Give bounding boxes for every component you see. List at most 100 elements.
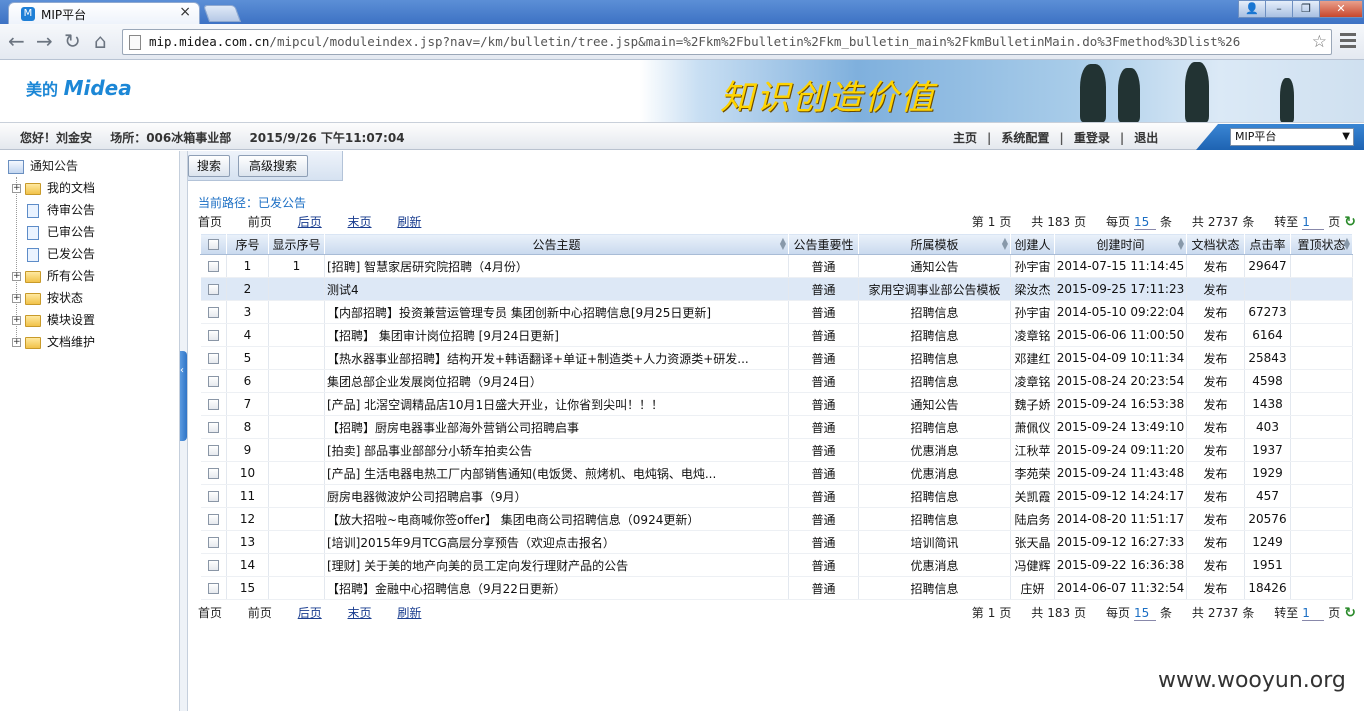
col-created-time[interactable]: 创建时间 ▲ ▼ [1054,233,1187,255]
sort-icon[interactable]: ▲ ▼ [1002,237,1008,251]
refresh-arrow-icon[interactable]: ↻ [1344,214,1356,230]
row-subject-link[interactable]: [理财] 关于美的地产向美的员工定向发行理财产品的公告 [324,553,789,577]
pager-last-link[interactable]: 末页 [348,606,372,620]
row-checkbox[interactable] [200,484,227,508]
back-arrow-icon[interactable]: ← [8,30,25,52]
new-tab-button[interactable] [202,5,242,22]
expand-icon[interactable]: + [12,316,21,325]
table-row[interactable]: 1 1 [招聘] 智慧家居研究院招聘（4月份） 普通 通知公告 孙宇宙 2014-07-15… [200,254,1353,278]
reload-icon[interactable]: ↻ [64,30,81,52]
col-top-status[interactable]: 置顶状态 ▲ ▼ [1290,233,1353,255]
pager-next-link[interactable]: 后页 [298,606,322,620]
row-checkbox[interactable] [200,369,227,393]
tree-item-all-bulletins[interactable]: + 所有公告 [12,267,95,285]
tree-root[interactable]: 通知公告 [8,157,78,174]
profile-icon[interactable]: 👤 [1238,0,1266,18]
tree-item-pending-review[interactable]: 待审公告 [12,201,95,219]
tab-close-icon[interactable]: × [179,4,191,20]
table-row[interactable]: 15 【招聘】金融中心招聘信息（9月22日更新） 普通 招聘信息 庄妍 2014-06-0… [200,576,1353,600]
forward-arrow-icon[interactable]: → [36,30,53,52]
pager-refresh-link[interactable]: 刷新 [397,215,421,229]
table-row[interactable]: 14 [理财] 关于美的地产向美的员工定向发行理财产品的公告 普通 优惠消息 冯健辉 20… [200,553,1353,577]
midea-logo[interactable]: 美的 Midea [26,76,132,100]
address-bar[interactable]: mip.midea.com.cn/mipcul/moduleindex.jsp?… [122,29,1332,55]
row-subject-link[interactable]: [产品] 北滘空调精品店10月1日盛大开业，让你省到尖叫！！！ [324,392,789,416]
browser-menu-icon[interactable] [1340,33,1356,49]
sort-icon[interactable]: ▲ ▼ [780,237,786,251]
nav-home-link[interactable]: 主页 [953,131,977,145]
sidebar-splitter[interactable] [180,151,188,711]
nav-logout-link[interactable]: 退出 [1134,131,1158,145]
table-row[interactable]: 11 厨房电器微波炉公司招聘启事（9月） 普通 招聘信息 关凯霞 2015-09-12 1… [200,484,1353,508]
nav-system-config-link[interactable]: 系统配置 [1001,131,1049,145]
table-row[interactable]: 3 【内部招聘】投资兼营运管理专员 集团创新中心招聘信息[9月25日更新] 普通 招聘… [200,300,1353,324]
goto-page-input[interactable]: 1 [1302,606,1325,621]
table-row[interactable]: 10 [产品] 生活电器电热工厂内部销售通知(电饭煲、煎烤机、电炖锅、电炖... 普… [200,461,1353,485]
row-checkbox[interactable] [200,507,227,531]
tree-item-my-documents[interactable]: + 我的文档 [12,179,95,197]
tree-item-by-status[interactable]: + 按状态 [12,289,83,307]
tree-item-module-settings[interactable]: + 模块设置 [12,311,95,329]
row-subject-link[interactable]: 厨房电器微波炉公司招聘启事（9月） [324,484,789,508]
goto-page-input[interactable]: 1 [1302,215,1325,230]
address-text[interactable]: mip.midea.com.cn/mipcul/moduleindex.jsp?… [149,34,1309,49]
col-template[interactable]: 所属模板 ▲ ▼ [858,233,1011,255]
row-checkbox[interactable] [200,346,227,370]
table-row[interactable]: 7 [产品] 北滘空调精品店10月1日盛大开业，让你省到尖叫！！！ 普通 通知公告 魏子… [200,392,1353,416]
sort-icon[interactable]: ▲ ▼ [1344,237,1350,251]
row-subject-link[interactable]: [拍卖] 部品事业部部分小轿车拍卖公告 [324,438,789,462]
pager-next-link[interactable]: 后页 [298,215,322,229]
bookmark-star-icon[interactable]: ☆ [1312,32,1327,52]
col-display-no[interactable]: 显示序号 [268,233,325,255]
per-page-input[interactable]: 15 [1133,215,1156,230]
row-subject-link[interactable]: 【招聘】厨房电器事业部海外营销公司招聘启事 [324,415,789,439]
refresh-arrow-icon[interactable]: ↻ [1344,605,1356,621]
row-checkbox[interactable] [200,461,227,485]
row-checkbox[interactable] [200,300,227,324]
col-subject[interactable]: 公告主题 ▲ ▼ [324,233,789,255]
col-creator[interactable]: 创建人 [1010,233,1055,255]
col-doc-status[interactable]: 文档状态 [1186,233,1245,255]
row-checkbox[interactable] [200,323,227,347]
tree-item-reviewed[interactable]: 已审公告 [12,223,95,241]
row-checkbox[interactable] [200,530,227,554]
table-row[interactable]: 13 [培训]2015年9月TCG高层分享预告（欢迎点击报名） 普通 培训简讯 张天晶 2… [200,530,1353,554]
expand-icon[interactable]: + [12,272,21,281]
home-icon[interactable]: ⌂ [94,30,107,52]
table-row[interactable]: 5 【热水器事业部招聘】结构开发+韩语翻译+单证+制造类+人力资源类+研发... 普… [200,346,1353,370]
pager-refresh-link[interactable]: 刷新 [397,606,421,620]
row-checkbox[interactable] [200,415,227,439]
pager-last-link[interactable]: 末页 [348,215,372,229]
row-subject-link[interactable]: 测试4 [324,277,789,301]
system-select[interactable]: MIP平台 ▼ [1230,128,1354,146]
expand-icon[interactable]: + [12,294,21,303]
table-row[interactable]: 4 【招聘】 集团审计岗位招聘 [9月24日更新] 普通 招聘信息 凌章铭 2015-06… [200,323,1353,347]
row-subject-link[interactable]: 集团总部企业发展岗位招聘（9月24日） [324,369,789,393]
table-row[interactable]: 2 测试4 普通 家用空调事业部公告模板 梁汝杰 2015-09-25 17:11:23 发… [200,277,1353,301]
col-no[interactable]: 序号 [226,233,269,255]
row-checkbox[interactable] [200,254,227,278]
row-checkbox[interactable] [200,576,227,600]
row-subject-link[interactable]: [产品] 生活电器电热工厂内部销售通知(电饭煲、煎烤机、电炖锅、电炖... [324,461,789,485]
row-subject-link[interactable]: 【招聘】金融中心招聘信息（9月22日更新） [324,576,789,600]
expand-icon[interactable]: + [12,338,21,347]
table-row[interactable]: 8 【招聘】厨房电器事业部海外营销公司招聘启事 普通 招聘信息 萧佩仪 2015-09-2… [200,415,1353,439]
tree-item-doc-maintenance[interactable]: + 文档维护 [12,333,95,351]
tree-item-published[interactable]: 已发公告 [12,245,95,263]
col-clicks[interactable]: 点击率 [1244,233,1291,255]
row-subject-link[interactable]: 【招聘】 集团审计岗位招聘 [9月24日更新] [324,323,789,347]
close-window-button[interactable]: ✕ [1319,0,1363,18]
search-button[interactable]: 搜索 [188,155,230,177]
advanced-search-button[interactable]: 高级搜索 [238,155,308,177]
minimize-button[interactable]: – [1265,0,1293,18]
maximize-button[interactable]: ❐ [1292,0,1320,18]
row-subject-link[interactable]: [招聘] 智慧家居研究院招聘（4月份） [324,254,789,278]
table-row[interactable]: 9 [拍卖] 部品事业部部分小轿车拍卖公告 普通 优惠消息 江秋苹 2015-09-24 … [200,438,1353,462]
row-checkbox[interactable] [200,553,227,577]
row-checkbox[interactable] [200,277,227,301]
row-checkbox[interactable] [200,438,227,462]
expand-icon[interactable]: + [12,184,21,193]
table-row[interactable]: 6 集团总部企业发展岗位招聘（9月24日） 普通 招聘信息 凌章铭 2015-08-24 … [200,369,1353,393]
browser-tab[interactable]: M MIP平台 × [8,2,200,24]
row-subject-link[interactable]: 【放大招啦~电商喊你签offer】 集团电商公司招聘信息（0924更新） [324,507,789,531]
